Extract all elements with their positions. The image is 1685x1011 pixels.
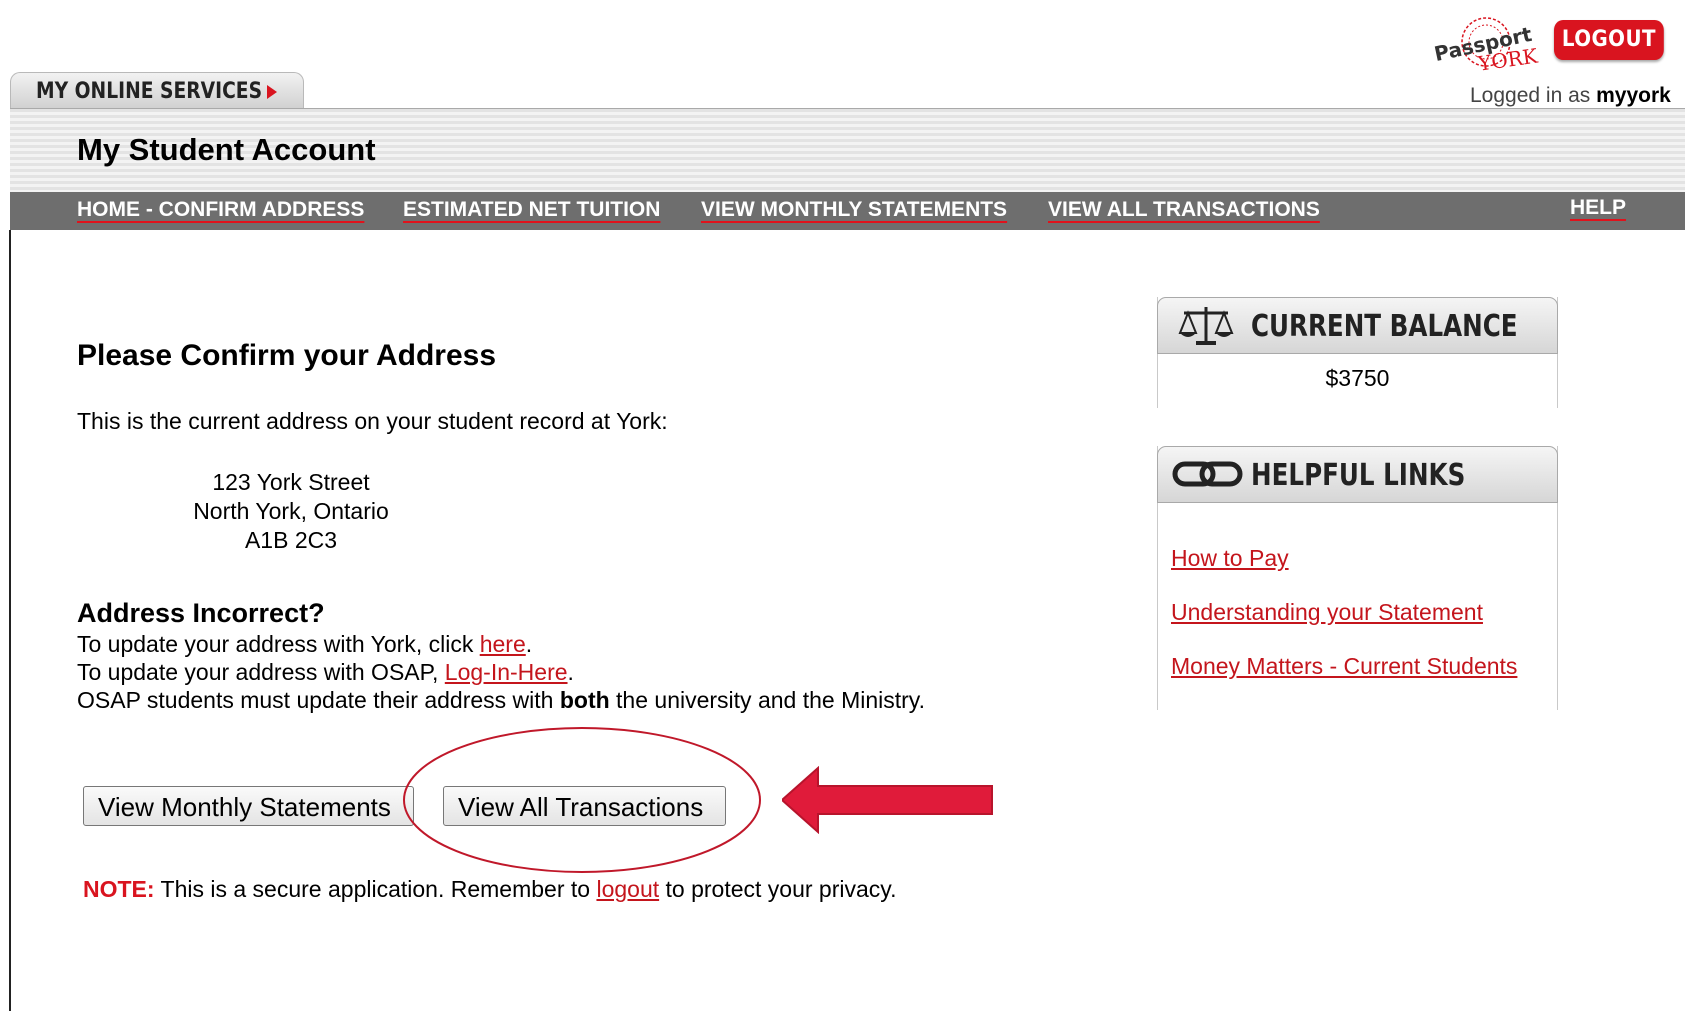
address-block: 123 York Street North York, Ontario A1B … [160, 468, 422, 555]
link-how-to-pay[interactable]: How to Pay [1171, 545, 1557, 572]
update-york-text: To update your address with York, click [77, 631, 480, 657]
helpful-links-panel: HELPFUL LINKS How to Pay Understanding y… [1157, 446, 1558, 710]
osap-notice-suffix: the university and the Ministry. [609, 687, 925, 713]
link-money-matters[interactable]: Money Matters - Current Students [1171, 653, 1557, 680]
nav-estimated-net-tuition[interactable]: ESTIMATED NET TUITION [403, 198, 660, 222]
page-title: My Student Account [77, 132, 376, 167]
note-label: NOTE: [83, 876, 155, 902]
nav-help[interactable]: HELP [1570, 196, 1626, 220]
note-text: This is a secure application. Remember t… [154, 876, 597, 902]
arrow-left-icon [782, 766, 993, 834]
address-intro-text: This is the current address on your stud… [77, 408, 668, 434]
nav-home-confirm-address[interactable]: HOME - CONFIRM ADDRESS [77, 198, 364, 222]
nav-view-monthly-statements[interactable]: VIEW MONTHLY STATEMENTS [701, 198, 1007, 222]
address-line-street: 123 York Street [212, 469, 370, 495]
helpful-links-title: HELPFUL LINKS [1251, 458, 1466, 493]
osap-notice-line: OSAP students must update their address … [77, 687, 925, 714]
current-balance-title: CURRENT BALANCE [1251, 309, 1518, 344]
address-line-postal: A1B 2C3 [244, 527, 338, 553]
helpful-links-header: HELPFUL LINKS [1157, 446, 1558, 503]
view-monthly-statements-button[interactable]: View Monthly Statements [83, 786, 414, 826]
triangle-right-icon [267, 85, 277, 99]
note-suffix: to protect your privacy. [659, 876, 897, 902]
username: myyork [1596, 84, 1671, 107]
current-balance-header: CURRENT BALANCE [1157, 297, 1558, 354]
current-balance-value: $3750 [1325, 365, 1390, 391]
osap-login-link[interactable]: Log-In-Here [445, 659, 568, 685]
note-logout-link[interactable]: logout [596, 876, 659, 902]
address-incorrect-heading: Address Incorrect? [77, 598, 325, 628]
chain-link-icon [1172, 461, 1243, 487]
osap-notice-text: OSAP students must update their address … [77, 687, 560, 713]
passport-york-logo: Passport YORK [1432, 17, 1540, 74]
helpful-links-list: How to Pay Understanding your Statement … [1158, 503, 1557, 680]
link-understanding-statement[interactable]: Understanding your Statement [1171, 599, 1557, 626]
logged-in-label: Logged in as [1470, 84, 1597, 107]
logged-in-status: Logged in as myyork [1470, 84, 1671, 108]
osap-notice-bold: both [559, 687, 610, 713]
update-york-link[interactable]: here [480, 631, 526, 657]
logout-button[interactable]: LOGOUT [1554, 20, 1664, 60]
content-left-border [9, 230, 11, 1011]
security-note: NOTE: This is a secure application. Reme… [83, 876, 896, 903]
address-line-city: North York, Ontario [193, 498, 389, 524]
annotation-circle [403, 727, 761, 873]
scales-icon [1178, 307, 1234, 345]
update-york-suffix: . [525, 631, 533, 657]
update-osap-text: To update your address with OSAP, [77, 659, 445, 685]
confirm-address-heading: Please Confirm your Address [77, 339, 497, 372]
nav-view-all-transactions[interactable]: VIEW ALL TRANSACTIONS [1048, 198, 1320, 222]
update-osap-suffix: . [567, 659, 574, 685]
current-balance-panel: CURRENT BALANCE $3750 [1157, 297, 1558, 408]
my-online-services-tab[interactable]: MY ONLINE SERVICES [10, 72, 304, 110]
update-york-line: To update your address with York, click … [77, 631, 532, 658]
update-osap-line: To update your address with OSAP, Log-In… [77, 659, 574, 686]
services-tab-label: MY ONLINE SERVICES [36, 79, 263, 104]
